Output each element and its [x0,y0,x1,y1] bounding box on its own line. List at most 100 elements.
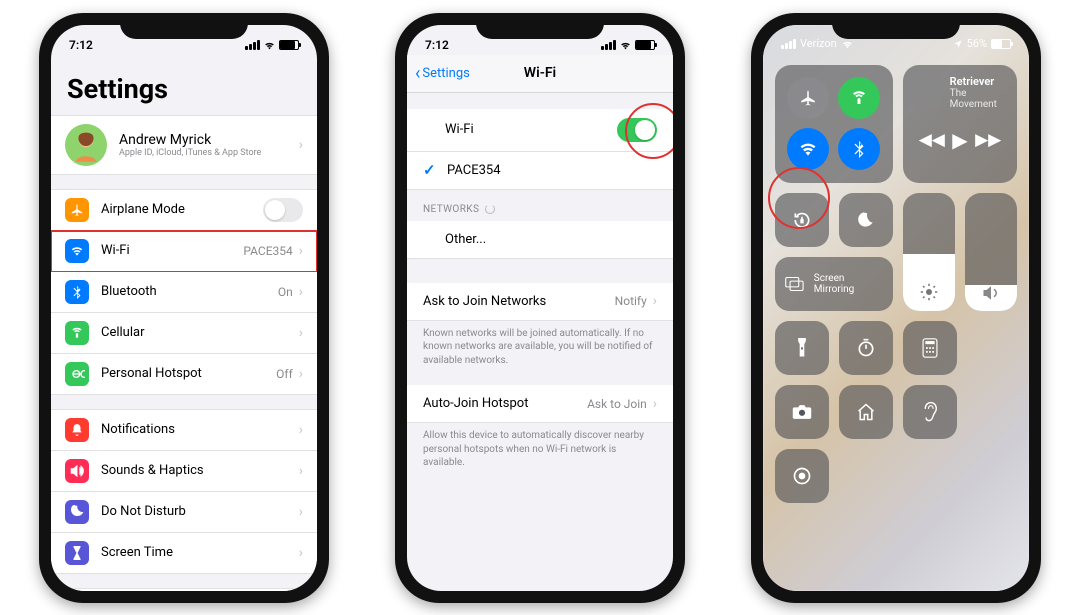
hourglass-icon [65,541,89,565]
bluetooth-label: Bluetooth [101,284,278,299]
airplane-icon [65,198,89,222]
wifi-toggle[interactable] [617,118,657,142]
control-center-panel: Retriever The Movement ◀◀ ▶ ▶▶ [763,25,1029,591]
media-tile[interactable]: Retriever The Movement ◀◀ ▶ ▶▶ [903,65,1017,183]
hotspot-value: Off [276,367,293,381]
profile-subtitle: Apple ID, iCloud, iTunes & App Store [119,148,299,158]
hotspot-icon [65,362,89,386]
home-button[interactable] [839,385,893,439]
cellular-toggle[interactable] [838,77,880,119]
notifications-row[interactable]: Notifications › [51,409,317,451]
back-button[interactable]: ‹ Settings [415,63,470,84]
wifi-toggle-label: Wi-Fi [445,122,617,137]
timer-button[interactable] [839,321,893,375]
status-time: 7:12 [425,38,449,52]
bluetooth-icon [65,280,89,304]
dnd-label: Do Not Disturb [101,504,299,519]
general-row[interactable]: General › [51,588,317,591]
notch [832,13,960,39]
bluetooth-toggle[interactable] [838,128,880,170]
wifi-status-icon [263,40,276,50]
chevron-right-icon: › [299,366,303,382]
cellular-signal-icon [245,40,260,50]
connectivity-tile[interactable] [775,65,893,183]
chevron-right-icon: › [653,396,657,412]
airplane-mode-row[interactable]: Airplane Mode [51,189,317,231]
airplane-toggle[interactable] [263,198,303,222]
cellular-row[interactable]: Cellular › [51,313,317,354]
chevron-right-icon: › [299,463,303,479]
chevron-right-icon: › [299,325,303,341]
moon-icon [65,500,89,524]
forward-icon[interactable]: ▶▶ [975,130,1001,150]
battery-icon [279,40,299,50]
chevron-right-icon: › [299,137,303,153]
play-icon[interactable]: ▶ [952,128,967,152]
chevron-left-icon: ‹ [415,63,420,84]
status-time: 7:12 [69,38,93,52]
bluetooth-row[interactable]: Bluetooth On › [51,272,317,313]
media-artwork [915,76,942,108]
screen-mirroring-icon [785,276,804,292]
dnd-row[interactable]: Do Not Disturb › [51,492,317,533]
status-right [601,40,655,50]
control-center-screen: Verizon 56% [763,25,1029,591]
wifi-value: PACE354 [243,244,292,258]
hearing-button[interactable] [903,385,957,439]
phone-frame-wifi: 7:12 ‹ Settings Wi-Fi Wi-Fi ✓ PACE354 [395,13,685,603]
connected-network-row[interactable]: ✓ PACE354 [407,152,673,190]
other-network-row[interactable]: Other... [407,221,673,259]
orientation-lock-toggle[interactable] [775,193,829,247]
chevron-right-icon: › [653,293,657,309]
settings-screen: 7:12 Settings Andrew Myrick Apple ID, iC… [51,25,317,591]
airplane-label: Airplane Mode [101,202,263,217]
hotspot-label: Personal Hotspot [101,366,276,381]
ask-to-join-row[interactable]: Ask to Join Networks Notify › [407,283,673,321]
hotspot-row[interactable]: Personal Hotspot Off › [51,354,317,395]
notch [476,13,604,39]
camera-button[interactable] [775,385,829,439]
chevron-right-icon: › [299,504,303,520]
flashlight-button[interactable] [775,321,829,375]
wifi-label: Wi-Fi [101,243,243,258]
volume-slider[interactable] [965,193,1017,311]
back-label: Settings [422,66,469,81]
wifi-toggle[interactable] [787,128,829,170]
sun-icon [903,283,955,301]
wifi-toggle-row[interactable]: Wi-Fi [407,109,673,152]
wifi-row[interactable]: Wi-Fi PACE354 › [51,231,317,272]
calculator-button[interactable] [903,321,957,375]
cellular-label: Cellular [101,325,299,340]
brightness-slider[interactable] [903,193,955,311]
nav-bar: ‹ Settings Wi-Fi [407,55,673,93]
chevron-right-icon: › [299,243,303,259]
cellular-icon [65,321,89,345]
wifi-screen: 7:12 ‹ Settings Wi-Fi Wi-Fi ✓ PACE354 [407,25,673,591]
cellular-signal-icon [601,40,616,50]
auto-join-row[interactable]: Auto-Join Hotspot Ask to Join › [407,385,673,423]
auto-join-label: Auto-Join Hotspot [423,396,587,411]
profile-name: Andrew Myrick [119,132,299,148]
media-title: Retriever [950,75,1005,88]
checkmark-icon: ✓ [423,161,439,179]
sounds-label: Sounds & Haptics [101,463,299,478]
profile-row[interactable]: Andrew Myrick Apple ID, iCloud, iTunes &… [51,115,317,175]
wifi-icon [65,239,89,263]
notifications-icon [65,418,89,442]
chevron-right-icon: › [299,422,303,438]
rewind-icon[interactable]: ◀◀ [919,130,945,150]
chevron-right-icon: › [299,284,303,300]
sounds-row[interactable]: Sounds & Haptics › [51,451,317,492]
airplane-toggle[interactable] [787,77,829,119]
screentime-row[interactable]: Screen Time › [51,533,317,574]
spinner-icon [485,204,495,214]
record-button[interactable] [775,449,829,503]
ask-to-join-footer: Known networks will be joined automatica… [407,321,673,378]
page-title: Settings [51,55,317,113]
ask-to-join-value: Notify [615,294,647,308]
bluetooth-value: On [278,285,293,299]
auto-join-footer: Allow this device to automatically disco… [407,423,673,480]
sounds-icon [65,459,89,483]
dnd-toggle[interactable] [839,193,893,247]
screen-mirroring-button[interactable]: Screen Mirroring [775,257,893,311]
